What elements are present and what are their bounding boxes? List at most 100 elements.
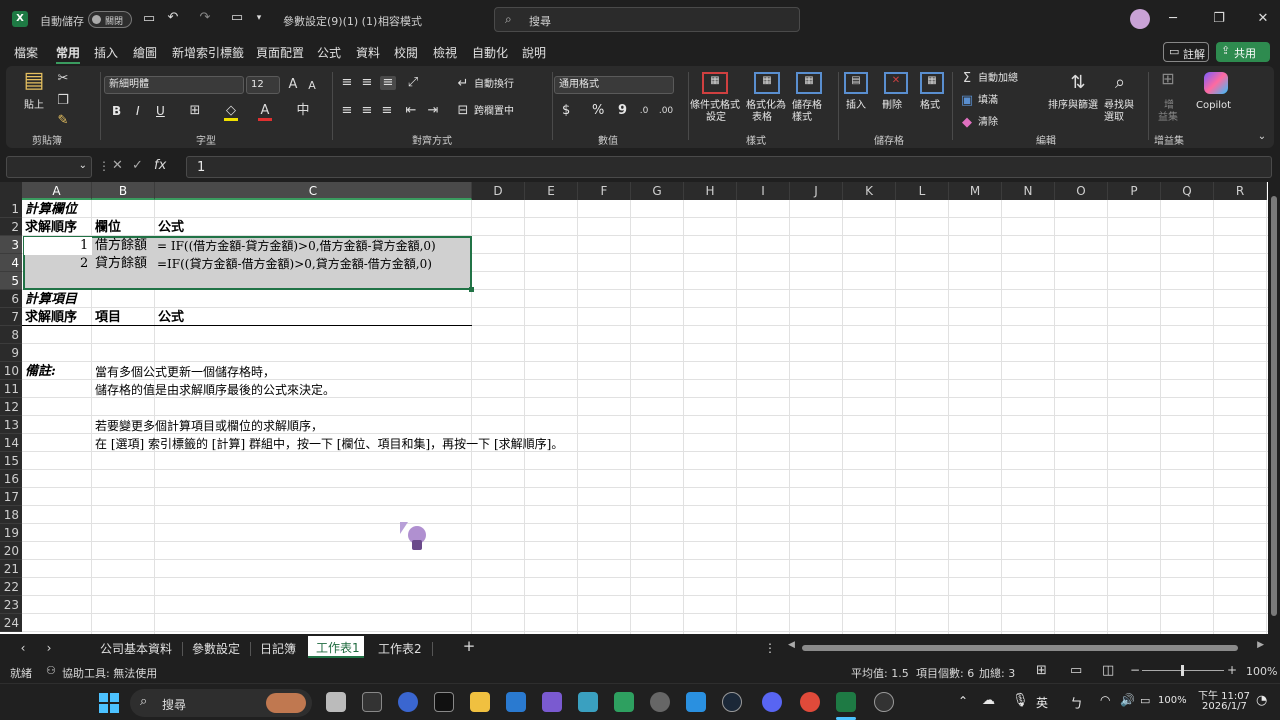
status-sum[interactable]: 加總: 3 bbox=[979, 665, 1015, 681]
customize-qat-icon[interactable]: ▾ bbox=[254, 11, 264, 25]
notification-icon[interactable]: ◔ bbox=[1256, 693, 1267, 708]
delete-cells-button[interactable]: 刪除 bbox=[882, 100, 902, 112]
tab-review[interactable]: 校閱 bbox=[394, 44, 418, 61]
decrease-decimal-icon[interactable]: .00 bbox=[658, 104, 674, 118]
cell-b11[interactable]: 儲存格的值是由求解順序最後的公式來決定。 bbox=[95, 381, 335, 399]
underline-button[interactable]: U bbox=[156, 105, 165, 117]
copilot-icon[interactable] bbox=[1204, 72, 1228, 94]
conditional-format-label-2[interactable]: 設定 bbox=[706, 112, 726, 124]
app-icon-5[interactable] bbox=[614, 692, 634, 712]
column-header-f[interactable]: F bbox=[578, 182, 631, 200]
undo-icon[interactable]: ↶ bbox=[166, 11, 180, 25]
column-header-l[interactable]: L bbox=[896, 182, 949, 200]
wrap-text-icon[interactable]: ↵ bbox=[456, 77, 470, 91]
wrap-text-button[interactable]: 自動換行 bbox=[474, 79, 514, 91]
find-select-label-1[interactable]: 尋找與 bbox=[1104, 100, 1134, 112]
paste-icon[interactable]: ▤ bbox=[22, 70, 46, 98]
steam-icon[interactable] bbox=[722, 692, 742, 712]
fill-button[interactable]: 填滿 bbox=[978, 95, 998, 107]
tab-draw[interactable]: 繪圖 bbox=[133, 44, 157, 61]
column-header-b[interactable]: B bbox=[92, 182, 155, 200]
cell-styles-icon[interactable]: ▦ bbox=[796, 72, 822, 94]
italic-button[interactable]: I bbox=[136, 105, 140, 117]
tab-file[interactable]: 檔案 bbox=[14, 44, 38, 61]
row-header-6[interactable]: 6 bbox=[0, 290, 22, 308]
battery-icon[interactable]: ▭ bbox=[1140, 694, 1150, 707]
ime-indicator[interactable]: 英 bbox=[1036, 694, 1048, 711]
column-header-o[interactable]: O bbox=[1055, 182, 1108, 200]
accessibility-status[interactable]: 協助工具: 無法使用 bbox=[62, 665, 157, 681]
row-header-9[interactable]: 9 bbox=[0, 344, 22, 362]
column-header-h[interactable]: H bbox=[684, 182, 737, 200]
column-header-d[interactable]: D bbox=[472, 182, 525, 200]
conditional-format-label-1[interactable]: 條件式格式 bbox=[690, 100, 740, 112]
redo-icon[interactable]: ↷ bbox=[198, 11, 212, 25]
cell-b10[interactable]: 當有多個公式更新一個儲存格時， bbox=[95, 363, 275, 381]
copilot-button[interactable]: Copilot bbox=[1196, 100, 1231, 112]
phonetic-icon[interactable]: 中 bbox=[296, 104, 310, 118]
column-header-p[interactable]: P bbox=[1108, 182, 1161, 200]
find-select-label-2[interactable]: 選取 bbox=[1104, 112, 1124, 124]
column-header-a[interactable]: A bbox=[22, 182, 92, 200]
sheet-tab-company[interactable]: 公司基本資料 bbox=[100, 640, 172, 657]
row-header-24[interactable]: 24 bbox=[0, 614, 22, 632]
autosum-icon[interactable]: Σ bbox=[960, 72, 974, 86]
cell-a3[interactable]: 1 bbox=[80, 237, 88, 255]
row-header-16[interactable]: 16 bbox=[0, 470, 22, 488]
tab-new-tab[interactable]: 新增索引標籤 bbox=[172, 44, 244, 61]
addins-label-2[interactable]: 益集 bbox=[1158, 112, 1178, 124]
row-header-1[interactable]: 1 bbox=[0, 200, 22, 218]
cell-b3[interactable]: 借方餘額 bbox=[95, 237, 147, 255]
app-icon-3[interactable] bbox=[542, 692, 562, 712]
currency-button[interactable]: $ bbox=[562, 104, 570, 117]
row-header-20[interactable]: 20 bbox=[0, 542, 22, 560]
minimize-icon[interactable]: ─ bbox=[1166, 12, 1180, 26]
cell-a4[interactable]: 2 bbox=[80, 255, 88, 273]
excel-taskbar-icon[interactable] bbox=[836, 692, 856, 712]
cell-b2[interactable]: 欄位 bbox=[95, 219, 121, 237]
microphone-icon[interactable]: 🎙 bbox=[1012, 693, 1029, 708]
zoom-slider[interactable] bbox=[1142, 665, 1224, 676]
increase-decimal-icon[interactable]: .0 bbox=[636, 104, 652, 118]
comments-button[interactable]: ▭ 註解 bbox=[1163, 42, 1209, 62]
addins-label-1[interactable]: 增 bbox=[1164, 100, 1174, 112]
ime-mode-icon[interactable]: ㄅ bbox=[1070, 693, 1083, 712]
battery-percent[interactable]: 100% bbox=[1158, 695, 1187, 706]
app-icon-4[interactable] bbox=[578, 692, 598, 712]
column-header-m[interactable]: M bbox=[949, 182, 1002, 200]
cell-a1[interactable]: 計算欄位 bbox=[25, 201, 77, 219]
column-header-n[interactable]: N bbox=[1002, 182, 1055, 200]
row-header-23[interactable]: 23 bbox=[0, 596, 22, 614]
merge-center-button[interactable]: 跨欄置中 bbox=[474, 106, 514, 118]
cell-a2[interactable]: 求解順序 bbox=[25, 219, 77, 237]
formula-input[interactable]: 1 bbox=[186, 156, 1272, 178]
cell-b4[interactable]: 貸方餘額 bbox=[95, 255, 147, 273]
enter-icon[interactable]: ✓ bbox=[132, 158, 143, 173]
taskbar-search[interactable]: ⌕ 搜尋 bbox=[130, 689, 312, 717]
column-header-r[interactable]: R bbox=[1214, 182, 1267, 200]
task-view-icon[interactable] bbox=[326, 692, 346, 712]
insert-function-button[interactable]: fx bbox=[154, 158, 166, 173]
format-table-label-1[interactable]: 格式化為 bbox=[746, 100, 786, 112]
copy-icon[interactable]: ❐ bbox=[56, 94, 70, 108]
onedrive-icon[interactable]: ☁ bbox=[982, 693, 995, 708]
cut-icon[interactable]: ✂ bbox=[56, 72, 70, 86]
page-break-view-icon[interactable]: ◫ bbox=[1102, 663, 1114, 678]
app-icon-2[interactable] bbox=[506, 692, 526, 712]
tab-data[interactable]: 資料 bbox=[356, 44, 380, 61]
percent-button[interactable]: % bbox=[592, 104, 604, 117]
chevron-right-icon[interactable]: › bbox=[44, 641, 54, 655]
sheet-tab-journal[interactable]: 日記簿 bbox=[260, 640, 296, 657]
row-header-17[interactable]: 17 bbox=[0, 488, 22, 506]
column-header-c[interactable]: C bbox=[155, 182, 472, 200]
format-painter-icon[interactable]: ✎ bbox=[56, 114, 70, 128]
cell-c4[interactable]: =IF((貸方金額-借方金額)>0,貸方金額-借方金額,0) bbox=[157, 255, 432, 273]
column-header-i[interactable]: I bbox=[737, 182, 790, 200]
format-cells-icon[interactable]: ▦ bbox=[920, 72, 944, 94]
compat-mode[interactable]: 相容模式 bbox=[378, 13, 422, 29]
restore-icon[interactable]: ❐ bbox=[1212, 12, 1226, 26]
more-sheets-icon[interactable]: ⋮ bbox=[764, 641, 776, 655]
volume-icon[interactable]: 🔊 bbox=[1120, 693, 1135, 707]
cell-a6[interactable]: 計算項目 bbox=[25, 291, 77, 309]
clear-button[interactable]: 清除 bbox=[978, 117, 998, 129]
